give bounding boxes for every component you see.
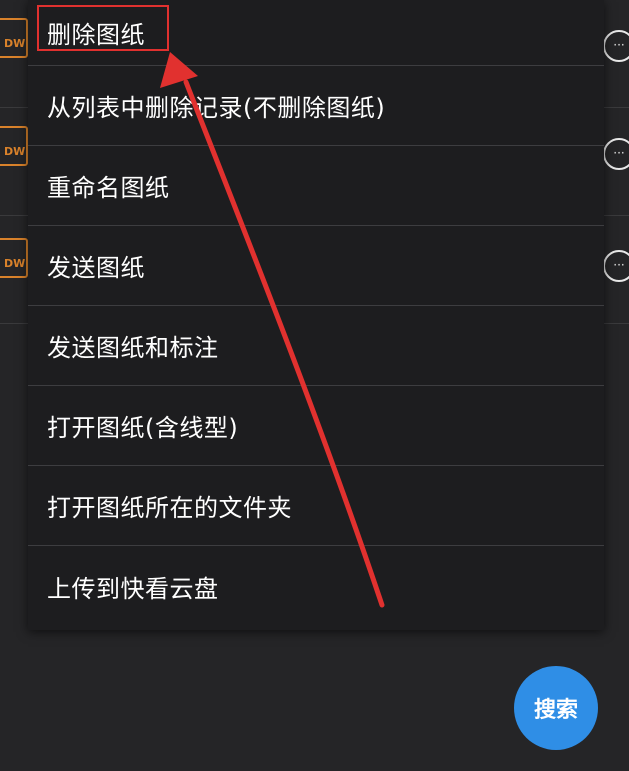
- search-fab-button[interactable]: 搜索: [514, 666, 598, 750]
- menu-item-label: 发送图纸: [47, 254, 145, 282]
- more-options-icon[interactable]: ···: [603, 30, 629, 62]
- menu-item-send-drawing[interactable]: 发送图纸: [28, 226, 604, 306]
- menu-item-label: 从列表中删除记录(不删除图纸): [47, 94, 386, 122]
- dwg-file-icon: DW: [0, 126, 28, 166]
- file-icon-label: DW: [4, 145, 26, 158]
- fab-label: 搜索: [533, 698, 578, 723]
- more-options-icon[interactable]: ···: [603, 138, 629, 170]
- menu-item-open-containing-folder[interactable]: 打开图纸所在的文件夹: [28, 466, 604, 546]
- menu-item-label: 打开图纸(含线型): [47, 414, 239, 442]
- menu-item-label: 上传到快看云盘: [47, 574, 219, 603]
- menu-item-label: 发送图纸和标注: [47, 334, 219, 362]
- menu-item-rename-drawing[interactable]: 重命名图纸: [28, 146, 604, 226]
- menu-item-label: 打开图纸所在的文件夹: [47, 494, 292, 522]
- context-menu: 删除图纸 从列表中删除记录(不删除图纸) 重命名图纸 发送图纸 发送图纸和标注 …: [28, 0, 604, 630]
- dwg-file-icon: DW: [0, 238, 28, 278]
- annotation-highlight-box: [37, 5, 169, 51]
- menu-item-upload-to-cloud[interactable]: 上传到快看云盘: [28, 546, 604, 626]
- more-options-icon[interactable]: ···: [603, 250, 629, 282]
- menu-item-open-drawing-with-linetype[interactable]: 打开图纸(含线型): [28, 386, 604, 466]
- dwg-file-icon: DW: [0, 18, 28, 58]
- file-icon-label: DW: [4, 257, 26, 270]
- menu-item-label: 重命名图纸: [47, 174, 170, 202]
- file-icon-label: DW: [4, 37, 26, 50]
- menu-item-send-drawing-with-annotations[interactable]: 发送图纸和标注: [28, 306, 604, 386]
- menu-item-remove-record[interactable]: 从列表中删除记录(不删除图纸): [28, 66, 604, 146]
